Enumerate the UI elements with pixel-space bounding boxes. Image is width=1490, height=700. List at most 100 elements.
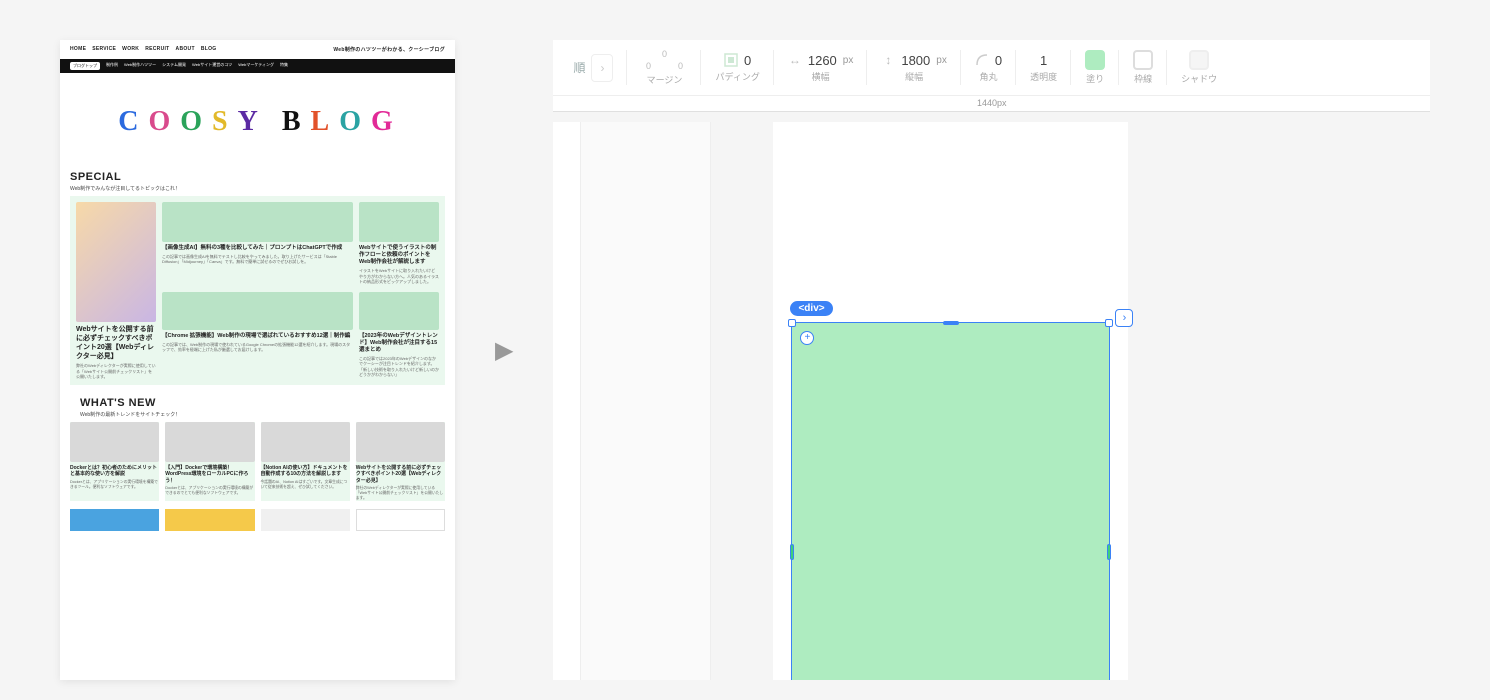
radius-label: 角丸: [979, 70, 997, 83]
thumb: [162, 202, 353, 242]
special-card-0[interactable]: 【画像生成AI】無料の3種を比較してみた｜プロンプトはChatGPTで作成 この…: [162, 202, 353, 286]
width-label: 横幅: [812, 70, 830, 83]
card-body: この記事では2023年のWebデザインのなかでクーシーが注目トレンドを紹介します…: [359, 356, 439, 377]
subnav-top[interactable]: ブログトップ: [70, 62, 100, 70]
whatsnew-row2: [70, 509, 445, 531]
card-title: Webサイトで使うイラストの制作フローと依頼のポイントをWeb制作会社が解説しま…: [359, 245, 439, 266]
subnav-3[interactable]: システム開発: [162, 62, 186, 70]
subnav-2[interactable]: Web制作ハツツー: [124, 62, 156, 70]
card-body: Dockerとは、アプリケーションの実行環境を構築できるツール。便利なソフトウェ…: [70, 480, 159, 490]
thumb[interactable]: [261, 509, 350, 531]
card-body: 今話題のAI、Notion AIはすごいです。文章生成について従来技術を超え、ぜ…: [261, 480, 350, 490]
wn-card-3[interactable]: Webサイトを公開する前に必ずチェックすべきポイント20選【Webディレクター必…: [356, 422, 445, 501]
margin-left[interactable]: 0: [641, 61, 655, 71]
subnav-5[interactable]: Webマーケティング: [238, 62, 274, 70]
radius-control[interactable]: 0 角丸: [961, 40, 1016, 95]
nav-about[interactable]: ABOUT: [176, 46, 195, 53]
margin-top[interactable]: 0: [657, 49, 671, 59]
blog-tagline: Web制作のハツツーがわかる、クーシーブログ: [333, 46, 445, 53]
card-title: 【入門】Dockerで環境構築！WordPress環境をローカルPCに作ろう！: [165, 465, 254, 485]
nav-recruit[interactable]: RECRUIT: [145, 46, 169, 53]
fill-swatch[interactable]: [1085, 50, 1105, 70]
thumb[interactable]: [165, 509, 254, 531]
nav-blog[interactable]: BLOG: [201, 46, 217, 53]
nav-service[interactable]: SERVICE: [92, 46, 116, 53]
resize-handle-tm[interactable]: [943, 321, 959, 325]
left-gutter: [553, 122, 581, 680]
wn-card-1[interactable]: 【入門】Dockerで環境構築！WordPress環境をローカルPCに作ろう！D…: [165, 422, 254, 501]
special-card-2[interactable]: Webサイトで使うイラストの制作フローと依頼のポイントをWeb制作会社が解説しま…: [359, 202, 439, 286]
fill-control[interactable]: 塗り: [1071, 40, 1119, 95]
page-frame[interactable]: <div> › +: [773, 122, 1128, 680]
subnav-4[interactable]: Webサイト運営のコツ: [192, 62, 232, 70]
thumb[interactable]: [70, 509, 159, 531]
card-title: 【2023年のWebデザイントレンド】Web制作会社が注目する15選まとめ: [359, 333, 439, 354]
resize-handle-tr[interactable]: [1105, 319, 1113, 327]
padding-control[interactable]: 0 パディング: [701, 40, 773, 95]
resize-handle-lm[interactable]: [790, 544, 794, 560]
thumb[interactable]: [356, 509, 445, 531]
width-unit[interactable]: px: [843, 55, 854, 66]
special-sub: Web制作でみんなが注目してるトピックはこれ！: [70, 185, 445, 192]
opacity-value[interactable]: 1: [1040, 53, 1047, 68]
selected-div[interactable]: <div> › +: [791, 322, 1110, 680]
thumb: [359, 292, 439, 330]
special-card-4[interactable]: 【2023年のWebデザイントレンド】Web制作会社が注目する15選まとめ この…: [359, 292, 439, 379]
stroke-control[interactable]: 枠線: [1119, 40, 1167, 95]
order-suffix: 順: [573, 59, 585, 76]
special-grid: 【画像生成AI】無料の3種を比較してみた｜プロンプトはChatGPTで作成 この…: [70, 196, 445, 385]
height-control[interactable]: ↕ 1800 px 縦幅: [867, 40, 960, 95]
card-body: 弊社のWebディレクターが実際に使用している「Webサイト公開前チェックリスト」…: [356, 486, 445, 501]
card-title: Webサイトを公開する前に必ずチェックすべきポイント20選【Webディレクター必…: [76, 325, 156, 361]
radius-icon: [975, 53, 989, 67]
special-card-big[interactable]: Webサイトを公開する前に必ずチェックすべきポイント20選【Webディレクター必…: [76, 202, 156, 379]
order-control[interactable]: 順›: [559, 40, 627, 95]
whatsnew-sub: Web制作の最新トレンドをサイトチェック！: [80, 411, 435, 418]
opacity-label: 透明度: [1030, 70, 1057, 83]
ruler-horizontal: 1440px: [553, 96, 1430, 112]
blog-hero-logo: COOSY BLOG: [70, 79, 445, 165]
height-label: 縦幅: [905, 70, 923, 83]
special-heading: SPECIAL: [70, 171, 445, 183]
shadow-swatch[interactable]: [1189, 50, 1209, 70]
height-icon: ↕: [881, 53, 895, 67]
nav-home[interactable]: HOME: [70, 46, 86, 53]
card-title: 【Notion AIの使い方】ドキュメントを自動作成する10の方法を解説します: [261, 465, 350, 478]
height-unit[interactable]: px: [936, 55, 947, 66]
subnav-6[interactable]: 特集: [280, 62, 288, 70]
whatsnew-grid: Dockerとは？初心者のためにメリットと基本的な使い方を解説 Dockerとは、…: [70, 422, 445, 501]
wn-card-2[interactable]: 【Notion AIの使い方】ドキュメントを自動作成する10の方法を解説します今…: [261, 422, 350, 501]
margin-control[interactable]: 0 0 0 マージン: [627, 40, 701, 95]
padding-value[interactable]: 0: [744, 53, 751, 68]
nav-work[interactable]: WORK: [122, 46, 139, 53]
card-title: Dockerとは？初心者のためにメリットと基本的な使い方を解説: [70, 465, 159, 478]
resize-handle-tl[interactable]: [788, 319, 796, 327]
add-child-icon[interactable]: +: [800, 331, 814, 345]
resize-handle-rm[interactable]: [1107, 544, 1111, 560]
width-control[interactable]: ↔ 1260 px 横幅: [774, 40, 867, 95]
shadow-label: シャドウ: [1181, 72, 1217, 85]
padding-label: パディング: [715, 70, 759, 83]
subnav-1[interactable]: 制作例: [106, 62, 118, 70]
toolbar: 順› 0 0 0 マージン 0 パディング ↔ 12: [553, 40, 1430, 96]
margin-label: マージン: [647, 73, 683, 86]
thumb: [165, 422, 254, 462]
canvas[interactable]: 1440px <div> › +: [553, 96, 1430, 680]
stroke-swatch[interactable]: [1133, 50, 1153, 70]
shadow-control[interactable]: シャドウ: [1167, 40, 1231, 95]
width-value[interactable]: 1260: [808, 53, 837, 68]
margin-right[interactable]: 0: [673, 61, 687, 71]
blog-topnav: HOME SERVICE WORK RECRUIT ABOUT BLOG Web…: [60, 40, 455, 59]
height-value[interactable]: 1800: [901, 53, 930, 68]
element-tag-chip[interactable]: <div>: [790, 301, 832, 316]
chevron-right-icon[interactable]: ›: [591, 54, 613, 82]
blog-preview: HOME SERVICE WORK RECRUIT ABOUT BLOG Web…: [60, 40, 455, 680]
whatsnew-heading: WHAT'S NEW: [80, 397, 435, 409]
selection-action-icon[interactable]: ›: [1115, 309, 1133, 327]
special-card-3[interactable]: 【Chrome 拡張機能】Web制作の現場で選ばれているおすすめ12選｜制作編 …: [162, 292, 353, 379]
editor-panel: 順› 0 0 0 マージン 0 パディング ↔ 12: [553, 40, 1430, 680]
wn-card-0[interactable]: Dockerとは？初心者のためにメリットと基本的な使い方を解説 Dockerとは、…: [70, 422, 159, 501]
opacity-control[interactable]: 1 透明度: [1016, 40, 1071, 95]
thumb: [359, 202, 439, 242]
radius-value[interactable]: 0: [995, 53, 1002, 68]
